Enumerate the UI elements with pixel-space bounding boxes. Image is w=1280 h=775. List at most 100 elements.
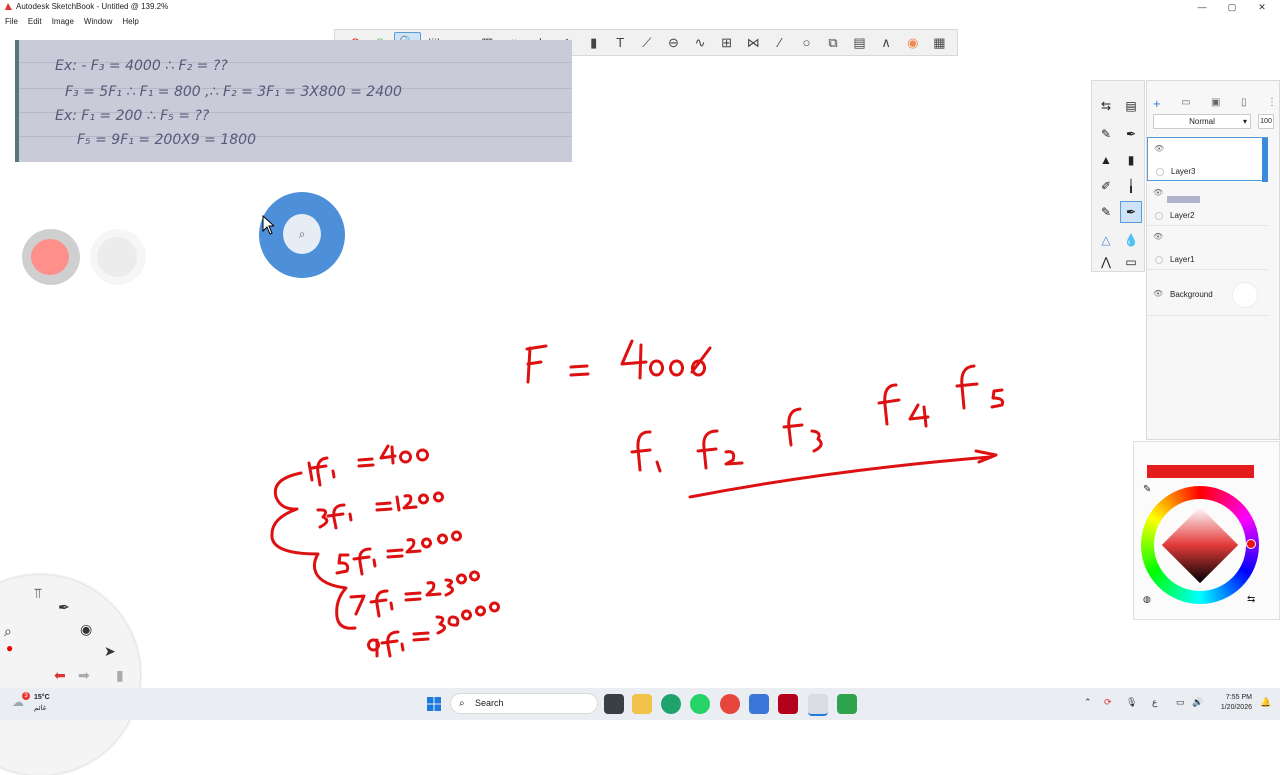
symmetry-icon[interactable]: ⋈ [740,32,767,54]
layer-row-layer1[interactable]: 👁 Layer1 [1147,226,1268,270]
swap-colors-icon[interactable]: ⇆ [1247,594,1255,605]
menu-file[interactable]: File [5,17,18,26]
color-wheel[interactable] [1141,486,1259,604]
add-image-icon[interactable]: ▣ [1211,97,1220,113]
layer-row-layer2[interactable]: 👁 Layer2 [1147,182,1268,226]
hue-marker[interactable] [1246,539,1256,549]
perspective-icon[interactable]: ⊞ [713,32,740,54]
eraser-brush-icon[interactable]: ▭ [1120,251,1142,273]
line-icon[interactable]: ⁄ [767,32,794,54]
notification-bell-icon[interactable]: 🔔 [1260,697,1271,708]
redo-icon[interactable]: ➡ [78,667,90,684]
task-view-icon[interactable] [604,694,624,714]
sketchbook-taskbar-icon[interactable] [808,694,828,716]
french-curve-icon[interactable]: ∿ [687,32,714,54]
chrome-icon[interactable] [720,694,740,714]
sync-icon[interactable]: ⟳ [1104,697,1112,708]
whatsapp-icon[interactable] [690,694,710,714]
eye-icon[interactable]: 👁 [1153,188,1163,197]
transform-arrow-icon[interactable]: ➤ [104,643,116,660]
text-icon[interactable]: T [607,32,634,54]
background-color-swatch[interactable] [1232,282,1258,308]
undo-icon[interactable]: ⬅ [54,667,66,684]
blend-mode-select[interactable]: Normal ▾ [1153,114,1251,129]
opacity-field[interactable]: 100 [1258,114,1274,129]
layer-lock-dot[interactable] [1155,212,1163,220]
secondary-puck[interactable] [90,229,146,285]
eye-icon[interactable]: 👁 [1154,144,1164,153]
acrobat-icon[interactable] [778,694,798,714]
menu-help[interactable]: Help [122,17,138,26]
speaker-icon[interactable]: 🔊 [1192,697,1203,708]
stroke [379,444,429,465]
add-layer-icon[interactable]: + [1153,97,1161,113]
pen-tool-icon[interactable]: ✒ [58,599,70,616]
color-wheel-icon[interactable]: ◉ [80,621,92,638]
swap-icon[interactable]: ⇆ [1095,95,1117,117]
zoom-puck[interactable]: ✕ ⌕ [259,192,345,278]
circle-icon[interactable]: ○ [793,32,820,54]
camtasia-icon[interactable] [837,694,857,714]
windows-start-icon[interactable] [424,694,444,714]
layer-lock-dot[interactable] [1155,256,1163,264]
microphone-icon[interactable]: 🎙 [1126,697,1137,708]
file-explorer-icon[interactable] [632,694,652,714]
taskbar-search[interactable]: ⌕ Search [450,693,598,714]
ballpoint-brush-icon[interactable]: ✎ [1095,201,1117,223]
menu-window[interactable]: Window [84,17,112,26]
brush-icon[interactable]: ⫪ [34,585,42,602]
color-dot-icon[interactable]: ● [6,641,13,655]
layer-editor-icon[interactable]: ▤ [846,32,873,54]
copilot-icon[interactable] [749,694,769,714]
layer-lock-dot[interactable] [1156,168,1164,176]
edge-icon[interactable] [661,694,681,714]
selected-pen-brush-icon[interactable]: ✒ [1120,201,1142,223]
menu-image[interactable]: Image [52,17,74,26]
eye-icon[interactable]: 👁 [1153,232,1163,241]
close-button[interactable]: ✕ [1248,0,1276,14]
minimize-button[interactable]: — [1188,0,1216,14]
current-color-swatch[interactable] [1147,465,1254,478]
taskbar-clock[interactable]: 7:55 PM 1/20/2026 [1208,693,1252,713]
stroke [405,530,462,554]
delete-layer-icon[interactable]: ▯ [1241,97,1247,113]
zoom-rotate-center[interactable]: ⌕ [283,214,321,254]
maximize-button[interactable]: ▢ [1218,0,1246,14]
keyboard-language[interactable]: ع [1152,697,1157,708]
pencil-brush-icon[interactable]: ✎ [1095,123,1117,145]
network-icon[interactable]: ▭ [1176,697,1185,708]
ellipse-guide-icon[interactable]: ⊖ [660,32,687,54]
layer-row-background[interactable]: 👁 Background [1147,272,1268,316]
layer-row-layer3[interactable]: 👁 Layer3 [1147,137,1268,182]
shapes-icon[interactable]: ⧉ [820,32,847,54]
fill-icon[interactable]: ▮ [580,32,607,54]
eye-icon[interactable]: 👁 [1153,289,1163,298]
brush-palette-icon[interactable]: ∧ [873,32,900,54]
menu-edit[interactable]: Edit [28,17,42,26]
clear-icon[interactable]: ▮ [116,667,124,684]
copic-icon[interactable]: ◍ [1143,594,1151,605]
paint-brush-icon[interactable]: ▮ [1120,149,1142,171]
clock-time: 7:55 PM [1225,694,1252,701]
ruler-icon[interactable]: ⟋ [634,32,661,54]
triangle-brush-icon[interactable]: △ [1095,229,1117,251]
close-icon[interactable]: ✕ [330,198,337,207]
add-group-icon[interactable]: ▭ [1181,97,1190,113]
chisel-brush-icon[interactable]: ⋀ [1095,251,1117,273]
reference-image[interactable]: Ex: - F₃ = 4000 ∴ F₂ = ?? F₃ = 5F₁ ∴ F₁ … [15,40,572,162]
layer-menu-icon[interactable]: ⋮ [1267,97,1277,113]
chevron-up-icon[interactable]: ⌃ [1084,697,1092,708]
copic-library-icon[interactable]: ▦ [926,32,953,54]
stroke [395,491,444,512]
stroke [349,589,394,618]
color-puck[interactable] [22,229,80,285]
ink-pen-brush-icon[interactable]: ✒ [1120,123,1142,145]
blur-brush-icon[interactable]: 💧 [1120,229,1142,251]
fine-brush-icon[interactable]: ╽ [1120,175,1142,197]
airbrush-brush-icon[interactable]: ✐ [1095,175,1117,197]
brush-library-icon[interactable]: ▤ [1120,95,1142,117]
marker-brush-icon[interactable]: ▲ [1095,149,1117,171]
eyedropper-icon[interactable]: ✎ [1143,484,1151,495]
color-wheel-icon[interactable]: ◉ [899,32,926,54]
zoom-icon[interactable]: ⌕ [4,623,12,640]
